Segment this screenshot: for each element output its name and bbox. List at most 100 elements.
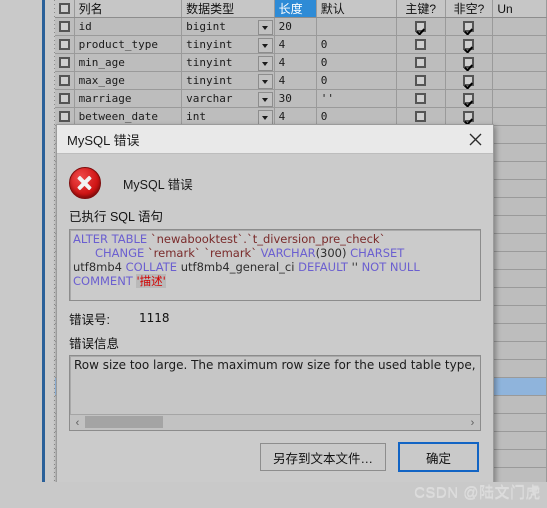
cell-column-name[interactable]: max_age <box>75 72 183 89</box>
cell-unsigned[interactable] <box>493 36 547 53</box>
checkbox[interactable] <box>415 21 427 32</box>
table-row[interactable]: min_age tinyint 4 0 <box>55 54 547 72</box>
cell-unsigned[interactable] <box>493 108 547 125</box>
chevron-down-icon[interactable] <box>257 110 273 125</box>
checkbox[interactable] <box>58 39 70 50</box>
checkbox[interactable] <box>415 93 427 104</box>
table-row[interactable]: product_type tinyint 4 0 <box>55 36 547 54</box>
cell-default[interactable]: 0 <box>317 36 397 53</box>
checkbox[interactable] <box>58 111 70 122</box>
cell-unsigned[interactable] <box>493 162 547 179</box>
horizontal-scrollbar[interactable]: ‹ › <box>70 414 480 430</box>
cell-length[interactable]: 4 <box>275 108 317 125</box>
cell-length[interactable]: 4 <box>275 54 317 71</box>
table-row[interactable]: max_age tinyint 4 0 <box>55 72 547 90</box>
checkbox[interactable] <box>415 75 427 86</box>
header-select-all[interactable] <box>55 0 75 17</box>
cell-column-name[interactable]: between_date <box>75 108 183 125</box>
cell-unsigned[interactable] <box>493 180 547 197</box>
cell-primary-key[interactable] <box>397 36 446 53</box>
chevron-down-icon[interactable] <box>257 20 273 35</box>
cell-unsigned[interactable] <box>493 144 547 161</box>
cell-length[interactable]: 4 <box>275 72 317 89</box>
cell-unsigned[interactable] <box>493 270 547 287</box>
cell-column-name[interactable]: id <box>75 18 183 35</box>
cell-primary-key[interactable] <box>397 18 446 35</box>
cell-unsigned[interactable] <box>493 378 547 395</box>
table-row[interactable]: marriage varchar 30 '' <box>55 90 547 108</box>
error-message-box[interactable]: Row size too large. The maximum row size… <box>69 355 481 431</box>
row-select-checkbox[interactable] <box>55 90 75 107</box>
cell-not-null[interactable] <box>446 72 494 89</box>
checkbox[interactable] <box>463 111 475 122</box>
cell-primary-key[interactable] <box>397 90 446 107</box>
cell-default[interactable]: 0 <box>317 72 397 89</box>
cell-unsigned[interactable] <box>493 72 547 89</box>
cell-not-null[interactable] <box>446 54 494 71</box>
cell-unsigned[interactable] <box>493 18 547 35</box>
cell-unsigned[interactable] <box>493 324 547 341</box>
checkbox[interactable] <box>415 57 427 68</box>
row-select-checkbox[interactable] <box>55 18 75 35</box>
cell-default[interactable]: 0 <box>317 54 397 71</box>
cell-not-null[interactable] <box>446 108 494 125</box>
checkbox[interactable] <box>463 21 475 32</box>
cell-column-name[interactable]: marriage <box>75 90 183 107</box>
chevron-down-icon[interactable] <box>257 56 273 71</box>
checkbox[interactable] <box>58 21 70 32</box>
cell-unsigned[interactable] <box>493 234 547 251</box>
row-select-checkbox[interactable] <box>55 36 75 53</box>
cell-primary-key[interactable] <box>397 54 446 71</box>
cell-primary-key[interactable] <box>397 72 446 89</box>
cell-not-null[interactable] <box>446 90 494 107</box>
cell-default[interactable] <box>317 18 397 35</box>
column-header-0[interactable]: 列名 <box>75 0 183 17</box>
cell-unsigned[interactable] <box>493 342 547 359</box>
cell-unsigned[interactable] <box>493 54 547 71</box>
cell-length[interactable]: 4 <box>275 36 317 53</box>
checkbox[interactable] <box>463 93 475 104</box>
cell-default[interactable]: 0 <box>317 108 397 125</box>
checkbox[interactable] <box>58 57 70 68</box>
cell-unsigned[interactable] <box>493 432 547 449</box>
column-header-1[interactable]: 数据类型 <box>182 0 275 17</box>
cell-unsigned[interactable] <box>493 126 547 143</box>
checkbox[interactable] <box>463 57 475 68</box>
row-select-checkbox[interactable] <box>55 108 75 125</box>
cell-data-type[interactable]: tinyint <box>182 72 275 89</box>
checkbox[interactable] <box>463 39 475 50</box>
cell-unsigned[interactable] <box>493 450 547 467</box>
column-header-5[interactable]: 非空? <box>446 0 494 17</box>
row-select-checkbox[interactable] <box>55 54 75 71</box>
cell-primary-key[interactable] <box>397 108 446 125</box>
cell-not-null[interactable] <box>446 36 494 53</box>
cell-data-type[interactable]: int <box>182 108 275 125</box>
cell-column-name[interactable]: min_age <box>75 54 183 71</box>
cell-unsigned[interactable] <box>493 414 547 431</box>
cell-unsigned[interactable] <box>493 198 547 215</box>
checkbox[interactable] <box>415 111 427 122</box>
cell-unsigned[interactable] <box>493 306 547 323</box>
save-to-text-file-button[interactable]: 另存到文本文件… <box>259 443 386 471</box>
cell-data-type[interactable]: varchar <box>182 90 275 107</box>
column-header-4[interactable]: 主键? <box>397 0 446 17</box>
cell-length[interactable]: 20 <box>275 18 317 35</box>
checkbox[interactable] <box>58 75 70 86</box>
column-header-6[interactable]: Un <box>493 0 547 17</box>
scrollbar-thumb[interactable] <box>85 416 163 428</box>
cell-not-null[interactable] <box>446 18 494 35</box>
close-icon[interactable] <box>463 128 487 150</box>
cell-unsigned[interactable] <box>493 396 547 413</box>
sql-statement-box[interactable]: ALTER TABLE `newabooktest`.`t_diversion_… <box>69 229 481 301</box>
cell-data-type[interactable]: bigint <box>182 18 275 35</box>
table-row[interactable]: id bigint 20 <box>55 18 547 36</box>
checkbox[interactable] <box>463 75 475 86</box>
row-select-checkbox[interactable] <box>55 72 75 89</box>
scrollbar-track[interactable] <box>85 415 465 430</box>
cell-default[interactable]: '' <box>317 90 397 107</box>
cell-data-type[interactable]: tinyint <box>182 36 275 53</box>
cell-unsigned[interactable] <box>493 288 547 305</box>
chevron-down-icon[interactable] <box>257 92 273 107</box>
checkbox[interactable] <box>415 39 427 50</box>
checkbox[interactable] <box>58 3 70 14</box>
